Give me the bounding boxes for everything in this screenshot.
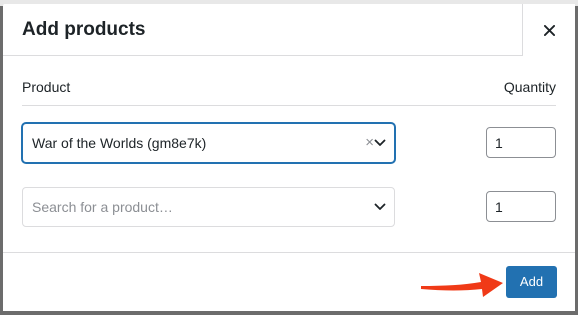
product-search-select-2[interactable]: Search for a product… — [22, 187, 395, 227]
header-divider — [22, 105, 556, 106]
product-column-header: Product — [22, 79, 71, 95]
close-icon — [543, 24, 555, 36]
chevron-down-icon — [374, 203, 386, 210]
product-select-1[interactable]: War of the Worlds (gm8e7k) × — [22, 123, 395, 163]
modal-header: Add products — [3, 4, 575, 56]
clear-selection-icon[interactable]: × — [365, 134, 374, 152]
add-products-modal: Add products Product Quantity War of the… — [3, 4, 575, 311]
product-search-placeholder: Search for a product… — [32, 199, 173, 215]
add-button[interactable]: Add — [506, 266, 557, 298]
modal-title: Add products — [22, 19, 146, 40]
quantity-input-1[interactable] — [486, 127, 556, 158]
red-arrow-annotation-icon — [421, 273, 503, 297]
quantity-input-2[interactable] — [486, 191, 556, 222]
quantity-column-header: Quantity — [503, 79, 556, 95]
selected-product: War of the Worlds (gm8e7k) — [32, 135, 207, 151]
chevron-down-icon — [374, 139, 386, 146]
close-button[interactable] — [522, 4, 575, 56]
